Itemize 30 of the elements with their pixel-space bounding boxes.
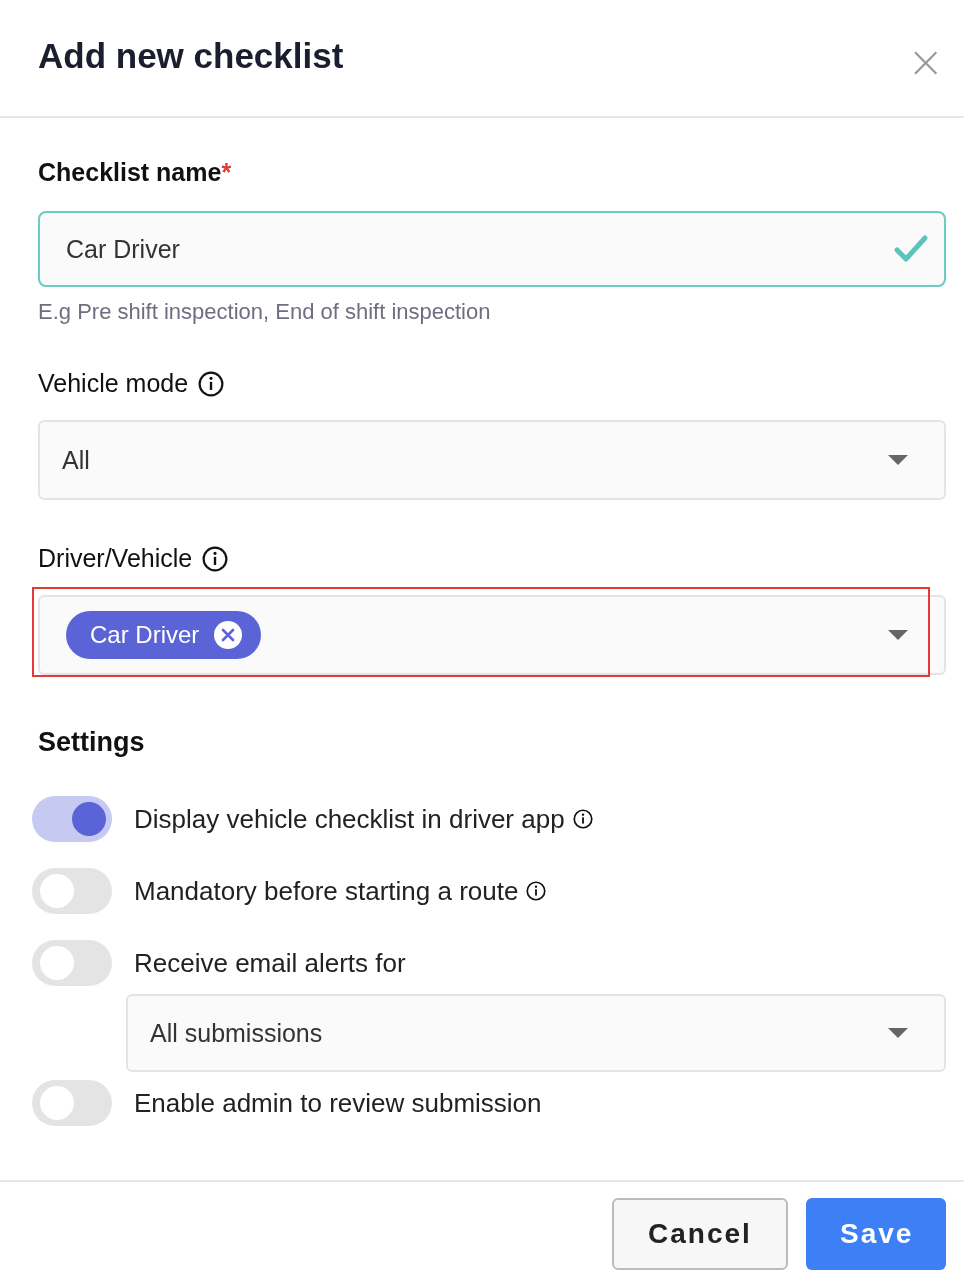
- caret-icon: [888, 630, 908, 640]
- setting-label: Enable admin to review submission: [134, 1087, 542, 1119]
- section-title: Settings: [38, 727, 146, 758]
- alerts-select[interactable]: All submissions: [126, 994, 946, 1072]
- field-label: Driver/Vehicle: [38, 544, 193, 573]
- info-icon[interactable]: [572, 809, 593, 829]
- toggle-switch[interactable]: [32, 796, 112, 842]
- info-icon[interactable]: [198, 370, 225, 397]
- info-icon[interactable]: [202, 545, 229, 572]
- toggle-switch[interactable]: [32, 868, 112, 914]
- selected-chip[interactable]: Car Driver: [66, 611, 262, 659]
- remove-icon[interactable]: [213, 620, 244, 650]
- toggle-switch[interactable]: [32, 940, 112, 986]
- hint-text: E.g Pre shift inspection, End of shift inspection: [38, 299, 492, 325]
- caret-icon: [888, 455, 908, 465]
- required-mark: *: [221, 158, 232, 186]
- driver-vehicle-select[interactable]: Car Driver: [38, 595, 946, 675]
- setting-label: Mandatory before starting a route: [134, 875, 519, 907]
- cancel-button[interactable]: Cancel: [612, 1198, 788, 1270]
- vehicle-mode-select[interactable]: All: [38, 420, 946, 500]
- caret-icon: [888, 1028, 908, 1038]
- setting-label: Receive email alerts for: [134, 947, 406, 979]
- setting-label: Display vehicle checklist in driver app: [134, 803, 565, 835]
- info-icon[interactable]: [526, 881, 547, 901]
- field-label: Checklist name*: [38, 158, 233, 187]
- field-label: Vehicle mode: [38, 369, 189, 398]
- save-button[interactable]: Save: [806, 1198, 946, 1270]
- name-field[interactable]: Car Driver: [38, 211, 946, 287]
- dialog-title: Add new checklist: [38, 36, 344, 76]
- toggle-switch[interactable]: [32, 1080, 112, 1126]
